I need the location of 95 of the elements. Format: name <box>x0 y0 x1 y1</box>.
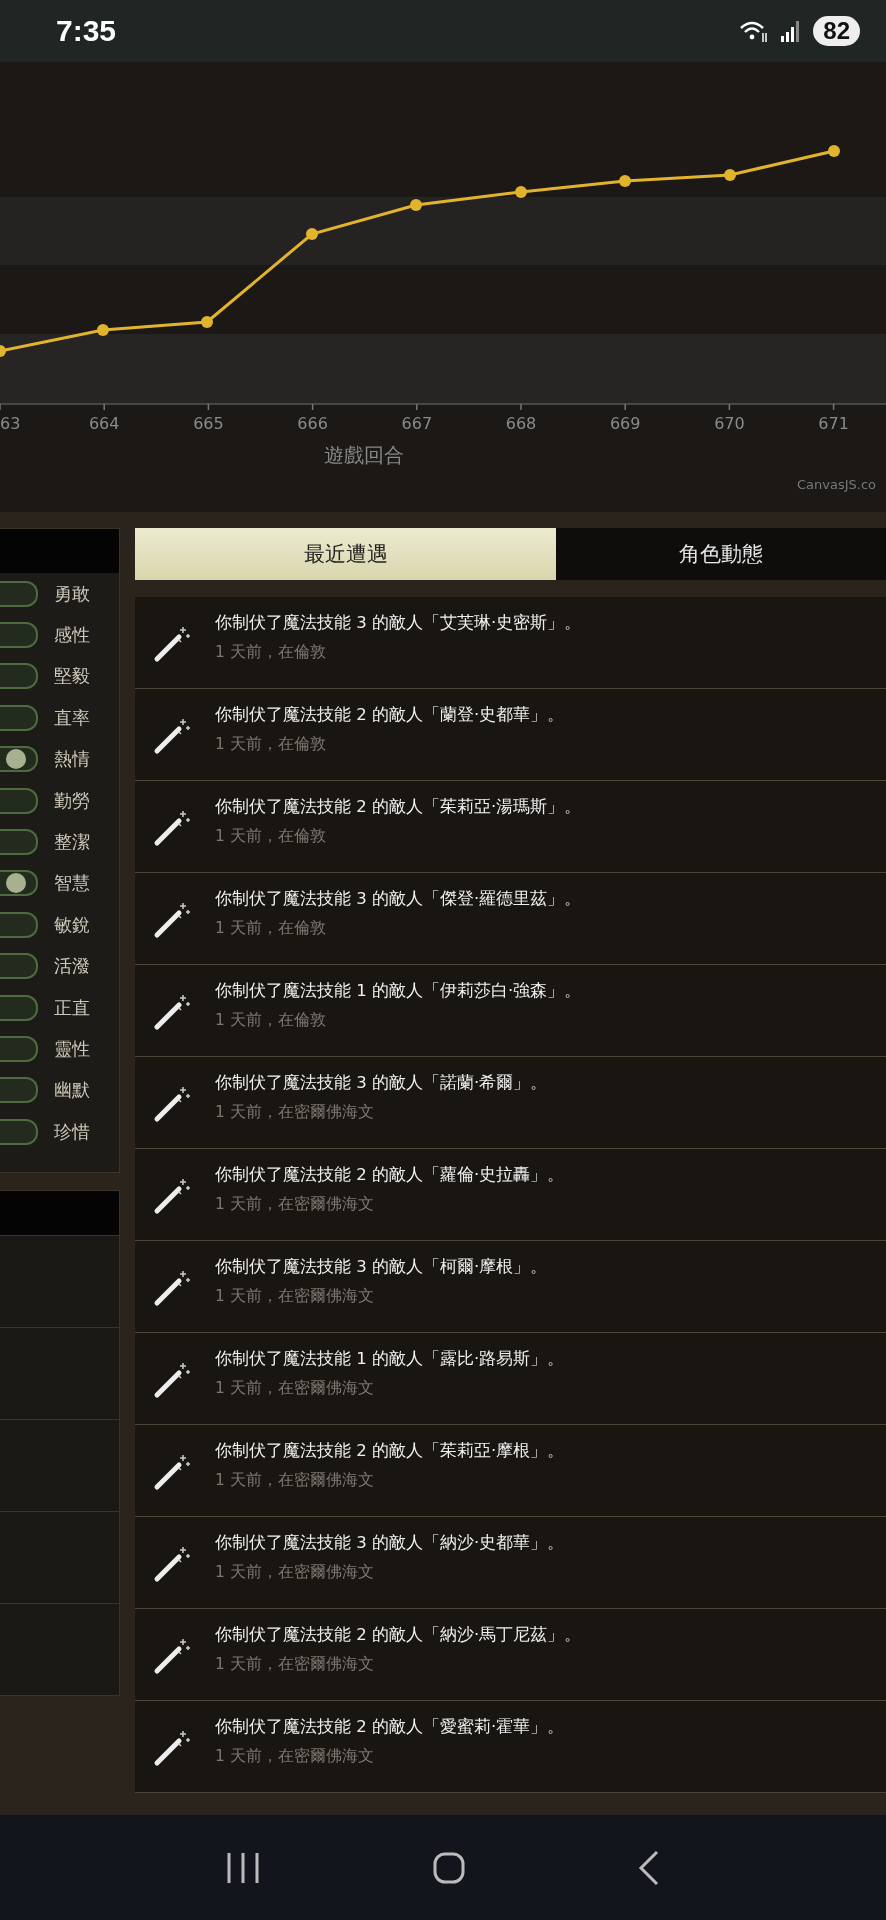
encounter-meta: 1 天前，在密爾佛海文 <box>215 1654 375 1675</box>
trait-toggle[interactable] <box>0 1036 38 1062</box>
encounter-meta: 1 天前，在密爾佛海文 <box>215 1102 375 1123</box>
back-icon[interactable] <box>636 1849 661 1886</box>
encounter-meta: 1 天前，在密爾佛海文 <box>215 1470 375 1491</box>
encounter-item[interactable]: 你制伏了魔法技能 2 的敵人「蘿倫·史拉轟」。 1 天前，在密爾佛海文 <box>135 1149 886 1241</box>
trait-label: 熱情 <box>54 747 90 772</box>
encounter-item[interactable]: 你制伏了魔法技能 2 的敵人「茱莉亞·摩根」。 1 天前，在密爾佛海文 <box>135 1425 886 1517</box>
data-point <box>0 345 6 357</box>
encounter-text: 你制伏了魔法技能 1 的敵人「露比·路易斯」。 <box>215 1348 565 1370</box>
trait-label: 堅毅 <box>54 664 90 689</box>
home-icon[interactable] <box>432 1850 466 1885</box>
trait-label: 靈性 <box>54 1037 90 1061</box>
trait-label: 勤勞 <box>54 788 90 813</box>
data-point <box>410 199 422 211</box>
data-point <box>201 316 213 328</box>
axis-tick-label: 667 <box>401 414 433 433</box>
encounter-item[interactable]: 你制伏了魔法技能 2 的敵人「茱莉亞·湯瑪斯」。 1 天前，在倫敦 <box>135 781 886 873</box>
trait-label: 整潔 <box>54 830 90 855</box>
trait-toggle[interactable] <box>0 704 38 731</box>
encounter-text: 你制伏了魔法技能 2 的敵人「茱莉亞·湯瑪斯」。 <box>215 796 582 818</box>
trait-toggle[interactable] <box>0 1118 38 1145</box>
encounter-item[interactable]: 你制伏了魔法技能 2 的敵人「愛蜜莉·霍華」。 1 天前，在密爾佛海文 <box>135 1701 886 1793</box>
data-point <box>724 169 736 181</box>
wifi-icon <box>739 19 770 43</box>
trait-label: 感性 <box>54 623 90 648</box>
axis-tick-label: 671 <box>818 414 849 433</box>
trait-label: 勇敢 <box>54 581 90 606</box>
axis-tick-label: 63 <box>0 414 21 433</box>
encounter-text: 你制伏了魔法技能 2 的敵人「愛蜜莉·霍華」。 <box>215 1716 565 1738</box>
encounter-text: 你制伏了魔法技能 1 的敵人「伊莉莎白·強森」。 <box>215 980 582 1002</box>
axis-tick-label: 668 <box>505 414 537 433</box>
data-point <box>828 145 840 157</box>
encounter-meta: 1 天前，在倫敦 <box>215 734 327 755</box>
encounter-meta: 1 天前，在密爾佛海文 <box>215 1562 375 1583</box>
trait-toggle[interactable] <box>0 622 38 649</box>
trait-label: 活潑 <box>54 954 90 979</box>
trait-toggle[interactable] <box>0 1077 38 1104</box>
trait-label: 敏銳 <box>54 912 90 937</box>
encounter-meta: 1 天前，在密爾佛海文 <box>215 1378 375 1399</box>
battery-level: 82 <box>813 16 860 46</box>
encounter-item[interactable]: 你制伏了魔法技能 1 的敵人「伊莉莎白·強森」。 1 天前，在倫敦 <box>135 965 886 1057</box>
trait-toggle[interactable] <box>0 663 38 690</box>
trait-toggle[interactable] <box>0 746 38 773</box>
encounter-item[interactable]: 你制伏了魔法技能 2 的敵人「納沙·馬丁尼茲」。 1 天前，在密爾佛海文 <box>135 1609 886 1701</box>
encounter-text: 你制伏了魔法技能 2 的敵人「納沙·馬丁尼茲」。 <box>215 1624 582 1646</box>
encounter-meta: 1 天前，在倫敦 <box>215 826 327 847</box>
chart-credit: CanvasJS.co <box>797 477 877 492</box>
tab[interactable]: 角色動態 <box>556 528 886 580</box>
encounter-text: 你制伏了魔法技能 3 的敵人「柯爾·摩根」。 <box>215 1256 548 1278</box>
data-point <box>619 175 631 187</box>
encounter-meta: 1 天前，在倫敦 <box>215 642 327 663</box>
encounter-text: 你制伏了魔法技能 2 的敵人「蘭登·史都華」。 <box>215 704 565 726</box>
axis-tick-label: 666 <box>297 414 328 433</box>
encounter-text: 你制伏了魔法技能 3 的敵人「傑登·羅德里茲」。 <box>215 888 582 910</box>
encounter-item[interactable]: 你制伏了魔法技能 3 的敵人「諾蘭·希爾」。 1 天前，在密爾佛海文 <box>135 1057 886 1149</box>
axis-tick-label: 665 <box>193 414 224 433</box>
encounter-text: 你制伏了魔法技能 3 的敵人「納沙·史都華」。 <box>215 1532 565 1554</box>
trait-label: 智慧 <box>54 871 90 896</box>
trait-toggle[interactable] <box>0 870 38 897</box>
data-point <box>306 228 318 240</box>
encounter-meta: 1 天前，在倫敦 <box>215 918 327 939</box>
trait-toggle[interactable] <box>0 580 38 607</box>
axis-tick-label: 670 <box>714 414 745 433</box>
encounter-meta: 1 天前，在密爾佛海文 <box>215 1194 375 1215</box>
trait-toggle[interactable] <box>0 911 38 938</box>
encounter-item[interactable]: 你制伏了魔法技能 3 的敵人「傑登·羅德里茲」。 1 天前，在倫敦 <box>135 873 886 965</box>
encounter-text: 你制伏了魔法技能 2 的敵人「茱莉亞·摩根」。 <box>215 1440 565 1462</box>
encounter-meta: 1 天前，在密爾佛海文 <box>215 1746 375 1767</box>
trait-toggle[interactable] <box>0 953 38 980</box>
trait-toggle[interactable] <box>0 829 38 856</box>
recent-apps-icon[interactable] <box>225 1850 262 1885</box>
encounter-item[interactable]: 你制伏了魔法技能 3 的敵人「納沙·史都華」。 1 天前，在密爾佛海文 <box>135 1517 886 1609</box>
encounter-item[interactable]: 你制伏了魔法技能 3 的敵人「柯爾·摩根」。 1 天前，在密爾佛海文 <box>135 1241 886 1333</box>
trait-label: 幽默 <box>54 1078 90 1103</box>
trait-toggle[interactable] <box>0 994 38 1021</box>
tab[interactable]: 最近遭遇 <box>135 528 556 580</box>
encounter-meta: 1 天前，在倫敦 <box>215 1010 327 1031</box>
axis-title: 遊戲回合 <box>324 443 404 467</box>
encounter-item[interactable]: 你制伏了魔法技能 3 的敵人「艾芙琳·史密斯」。 1 天前，在倫敦 <box>135 597 886 689</box>
encounter-meta: 1 天前，在密爾佛海文 <box>215 1286 375 1307</box>
axis-tick-label: 669 <box>609 414 641 433</box>
encounter-text: 你制伏了魔法技能 3 的敵人「諾蘭·希爾」。 <box>215 1072 548 1094</box>
encounter-item[interactable]: 你制伏了魔法技能 1 的敵人「露比·路易斯」。 1 天前，在密爾佛海文 <box>135 1333 886 1425</box>
trait-label: 正直 <box>54 995 90 1020</box>
encounter-text: 你制伏了魔法技能 2 的敵人「蘿倫·史拉轟」。 <box>215 1164 565 1186</box>
encounter-text: 你制伏了魔法技能 3 的敵人「艾芙琳·史密斯」。 <box>215 612 582 634</box>
encounter-item[interactable]: 你制伏了魔法技能 2 的敵人「蘭登·史都華」。 1 天前，在倫敦 <box>135 689 886 781</box>
data-point <box>515 186 527 198</box>
trait-toggle[interactable] <box>0 787 38 814</box>
axis-tick-label: 664 <box>88 414 120 433</box>
trait-label: 直率 <box>54 705 90 730</box>
clock-time: 7:35 <box>56 14 117 48</box>
trait-label: 珍惜 <box>54 1119 90 1144</box>
data-point <box>97 324 109 336</box>
